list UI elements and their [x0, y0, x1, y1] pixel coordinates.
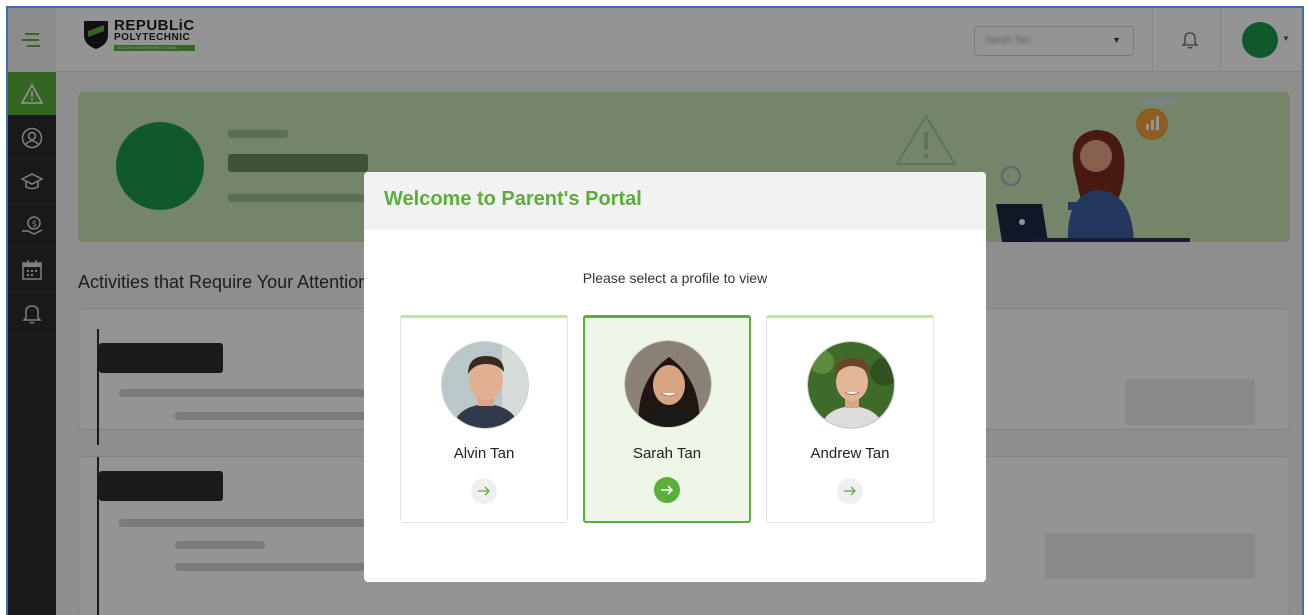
modal-title: Welcome to Parent's Portal — [364, 172, 986, 230]
arrow-right-icon — [661, 485, 674, 495]
modal-subtitle: Please select a profile to view — [582, 270, 768, 286]
profile-card-andrew[interactable]: Andrew Tan — [766, 315, 934, 523]
arrow-right-icon — [478, 486, 490, 496]
select-profile-button[interactable] — [654, 477, 680, 503]
profile-card-sarah[interactable]: Sarah Tan — [583, 315, 751, 523]
profile-photo — [807, 341, 895, 429]
profile-name: Alvin Tan — [453, 445, 515, 462]
welcome-modal: Welcome to Parent's Portal Please select… — [364, 172, 986, 582]
select-profile-button[interactable] — [471, 478, 497, 504]
profile-photo — [624, 340, 712, 428]
profile-name: Sarah Tan — [632, 445, 702, 462]
arrow-right-icon — [844, 486, 856, 496]
profile-list: Alvin Tan Sarah Tan Andrew Tan — [400, 315, 934, 523]
profile-photo — [441, 341, 529, 429]
profile-name: Andrew Tan — [810, 445, 890, 462]
select-profile-button[interactable] — [837, 478, 863, 504]
app-window: $ REPUBLiC POLYTECHNIC GOLDEN TOMORROW S… — [6, 6, 1304, 615]
profile-card-alvin[interactable]: Alvin Tan — [400, 315, 568, 523]
